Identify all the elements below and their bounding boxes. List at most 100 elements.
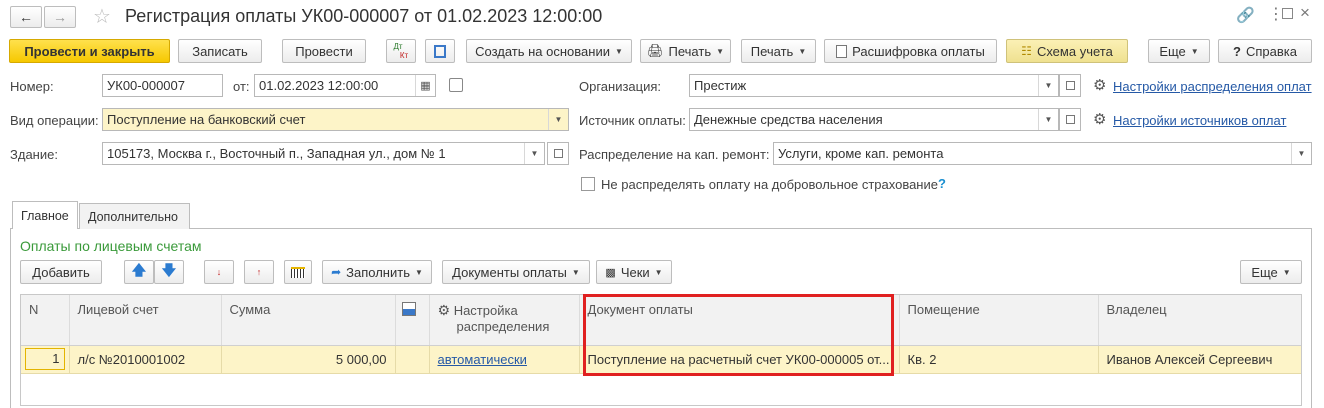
structure-button[interactable] [425, 39, 455, 63]
tab-additional[interactable]: Дополнительно [79, 203, 190, 229]
open-form-icon [1065, 115, 1075, 124]
more-label: Еще [1159, 43, 1186, 59]
no-insurance-label: Не распределять оплату на добровольное с… [601, 177, 938, 192]
cell-account[interactable]: л/с №2010001002 [69, 345, 222, 374]
checks-button[interactable]: ▩ Чеки ▼ [596, 260, 672, 284]
open-form-icon [553, 149, 563, 158]
open-form-icon [1065, 81, 1075, 90]
distribution-settings-link[interactable]: Настройки распределения оплат [1113, 79, 1312, 94]
sort-desc-icon: ↑ [256, 267, 262, 277]
kt-label: Кт [399, 51, 409, 60]
date-value: 01.02.2023 12:00:00 [259, 78, 379, 93]
chevron-down-icon[interactable]: ▼ [1038, 75, 1058, 96]
save-button[interactable]: Записать [178, 39, 262, 63]
setting-auto-link[interactable]: автоматически [438, 352, 527, 367]
post-button[interactable]: Провести [282, 39, 366, 63]
link-icon[interactable]: 🔗 [1236, 6, 1255, 24]
decode-payment-label: Расшифровка оплаты [852, 43, 985, 59]
chevron-down-icon[interactable]: ▼ [524, 143, 544, 164]
checks-label: Чеки [620, 264, 650, 280]
building-label: Здание: [10, 147, 58, 162]
payment-source-label: Источник оплаты: [579, 113, 686, 128]
help-question-icon[interactable]: ? [938, 176, 946, 191]
building-open-button[interactable] [547, 142, 569, 165]
post-and-close-button[interactable]: Провести и закрыть [9, 39, 170, 63]
scheme-icon: ☷ [1021, 44, 1032, 58]
create-based-on-label: Создать на основании [475, 43, 610, 59]
move-down-button[interactable]: 🡇 [154, 260, 184, 284]
forward-button[interactable]: → [44, 6, 76, 28]
add-button[interactable]: Добавить [20, 260, 102, 284]
barcode-button[interactable] [284, 260, 312, 284]
close-icon[interactable]: × [1300, 3, 1310, 23]
edit-document-icon[interactable] [449, 78, 463, 92]
decode-payment-button[interactable]: Расшифровка оплаты [824, 39, 997, 63]
back-button[interactable]: ← [10, 6, 42, 28]
section-title: Оплаты по лицевым счетам [20, 238, 202, 254]
col-doc-icon[interactable] [395, 295, 430, 346]
chevron-down-icon[interactable]: ▼ [548, 109, 568, 130]
calendar-icon[interactable]: ▦ [415, 75, 435, 96]
cash-register-icon: ▩ [605, 266, 616, 279]
cell-owner[interactable]: Иванов Алексей Сергеевич [1098, 345, 1301, 374]
chevron-down-icon[interactable]: ▼ [1038, 109, 1058, 130]
number-field[interactable]: УК00-000007 [102, 74, 223, 97]
chevron-down-icon: ▼ [1190, 46, 1199, 56]
table-more-label: Еще [1251, 264, 1278, 280]
fill-label: Заполнить [346, 264, 410, 280]
sort-asc-button[interactable]: ↓ [204, 260, 234, 284]
favorite-star-icon[interactable]: ☆ [93, 4, 111, 29]
report-icon [836, 44, 848, 58]
question-icon: ? [1233, 43, 1241, 59]
payment-source-field[interactable]: Денежные средства населения ▼ [689, 108, 1059, 131]
col-setting[interactable]: ⚙ Настройка распределения [429, 295, 580, 346]
hierarchy-icon [434, 44, 446, 58]
print-button[interactable]: Печать ▼ [741, 39, 816, 63]
accounting-scheme-button[interactable]: ☷ Схема учета [1006, 39, 1128, 63]
fill-button[interactable]: ➦ Заполнить ▼ [322, 260, 432, 284]
cell-n[interactable]: 1 [21, 345, 70, 374]
date-field[interactable]: 01.02.2023 12:00:00 ▦ [254, 74, 436, 97]
capital-repair-field[interactable]: Услуги, кроме кап. ремонта ▼ [773, 142, 1312, 165]
col-room[interactable]: Помещение [899, 295, 1099, 346]
barcode-icon [291, 266, 305, 278]
payment-source-open-button[interactable] [1059, 108, 1081, 131]
highlight-frame [583, 294, 894, 376]
col-owner[interactable]: Владелец [1098, 295, 1301, 346]
col-account[interactable]: Лицевой счет [69, 295, 222, 346]
organization-open-button[interactable] [1059, 74, 1081, 97]
maximize-icon[interactable] [1282, 8, 1293, 19]
col-setting-line1: Настройка [453, 303, 518, 318]
organization-field[interactable]: Престиж ▼ [689, 74, 1059, 97]
chevron-down-icon[interactable]: ▼ [1291, 143, 1311, 164]
create-based-on-button[interactable]: Создать на основании ▼ [466, 39, 632, 63]
operation-type-field[interactable]: Поступление на банковский счет ▼ [102, 108, 569, 131]
source-settings-link[interactable]: Настройки источников оплат [1113, 113, 1286, 128]
table-more-button[interactable]: Еще ▼ [1240, 260, 1302, 284]
col-n[interactable]: N [21, 295, 70, 346]
cell-sum[interactable]: 5 000,00 [221, 345, 396, 374]
tab-main[interactable]: Главное [12, 201, 78, 229]
payment-docs-button[interactable]: Документы оплаты ▼ [442, 260, 590, 284]
print-icon-button[interactable]: 🖨 Печать ▼ [640, 39, 731, 63]
cell-room[interactable]: Кв. 2 [899, 345, 1099, 374]
fill-arrow-icon: ➦ [331, 265, 342, 279]
building-value: 105173, Москва г., Восточный п., Западна… [107, 146, 446, 161]
col-sum[interactable]: Сумма [221, 295, 396, 346]
row-number: 1 [25, 348, 65, 370]
sort-desc-button[interactable]: ↑ [244, 260, 274, 284]
sort-asc-icon: ↓ [216, 266, 222, 277]
help-button[interactable]: ? Справка [1218, 39, 1312, 63]
more-button[interactable]: Еще ▼ [1148, 39, 1210, 63]
organization-value: Престиж [694, 78, 747, 93]
move-up-button[interactable]: 🡅 [124, 260, 154, 284]
capital-repair-value: Услуги, кроме кап. ремонта [778, 146, 944, 161]
dt-kt-button[interactable]: Дт Кт [386, 39, 416, 63]
print-label: Печать [668, 43, 712, 59]
cell-setting[interactable]: автоматически [429, 345, 580, 374]
no-insurance-checkbox[interactable] [581, 177, 595, 191]
help-label: Справка [1245, 43, 1297, 59]
window-title: Регистрация оплаты УК00-000007 от 01.02.… [125, 6, 603, 26]
building-field[interactable]: 105173, Москва г., Восточный п., Западна… [102, 142, 545, 165]
capital-repair-label: Распределение на кап. ремонт: [579, 147, 770, 162]
